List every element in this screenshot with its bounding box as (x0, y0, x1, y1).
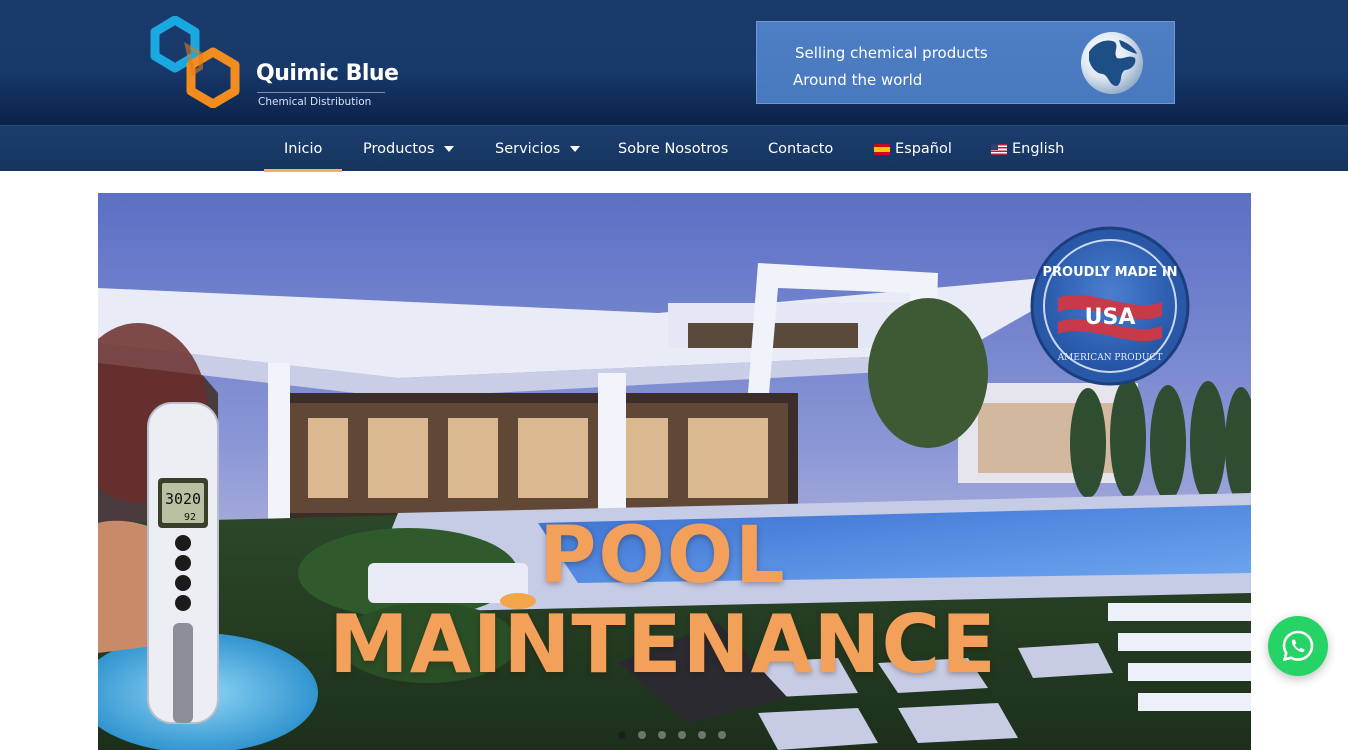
promo-line-2: Around the world (793, 71, 923, 89)
slider-dot[interactable] (718, 731, 726, 739)
site-logo[interactable]: Quimic Blue Chemical Distribution (147, 16, 399, 110)
slider-pagination (618, 731, 726, 739)
brand-divider (257, 92, 385, 93)
slider-dot[interactable] (698, 731, 706, 739)
nav-label: Español (895, 141, 952, 157)
whatsapp-icon (1282, 630, 1314, 662)
whatsapp-chat-button[interactable] (1268, 616, 1328, 676)
brand-name: Quimic Blue (256, 61, 399, 86)
nav-item-productos[interactable]: Productos (363, 126, 455, 172)
badge-center-text: USA (1085, 305, 1136, 330)
nav-label: Servicios (495, 141, 561, 157)
nav-label: Contacto (768, 141, 834, 157)
site-header: Quimic Blue Chemical Distribution Sellin… (0, 0, 1348, 125)
hero-title-line-1: POOL (539, 511, 787, 601)
promo-line-1: Selling chemical products (795, 44, 988, 62)
nav-item-servicios[interactable]: Servicios (495, 126, 581, 172)
slider-dot[interactable] (658, 731, 666, 739)
nav-label: Sobre Nosotros (618, 141, 729, 157)
caret-down-icon (570, 146, 581, 152)
nav-label: Productos (363, 141, 435, 157)
hexagon-logo-icon (150, 16, 240, 108)
svg-text:3020: 3020 (165, 490, 201, 508)
hero-title-line-2: MAINTENANCE (329, 598, 997, 691)
nav-label: English (1012, 141, 1065, 157)
slider-dot[interactable] (678, 731, 686, 739)
slider-dot[interactable] (618, 731, 626, 739)
nav-item-sobre-nosotros[interactable]: Sobre Nosotros (618, 126, 728, 172)
main-navigation: Inicio Productos Servicios Sobre Nosotro… (0, 125, 1348, 172)
promo-banner: Selling chemical products Around the wor… (756, 21, 1175, 104)
nav-item-contacto[interactable]: Contacto (768, 126, 833, 172)
slider-dot[interactable] (638, 731, 646, 739)
badge-top-text: PROUDLY MADE IN (1042, 265, 1177, 280)
nav-item-inicio[interactable]: Inicio (263, 126, 343, 172)
nav-item-english[interactable]: English (991, 126, 1064, 172)
nav-item-espanol[interactable]: Español (874, 126, 952, 172)
brand-tagline: Chemical Distribution (258, 96, 372, 108)
badge-bottom-text: AMERICAN PRODUCT (1057, 353, 1163, 363)
us-flag-icon (991, 143, 1007, 155)
hero-slider[interactable]: PROUDLY MADE IN USA AMERICAN PRODUCT 302… (98, 193, 1251, 750)
globe-icon (1081, 32, 1143, 94)
spain-flag-icon (874, 143, 890, 155)
made-in-usa-badge: PROUDLY MADE IN USA AMERICAN PRODUCT (1030, 226, 1190, 386)
caret-down-icon (444, 146, 455, 152)
nav-label: Inicio (284, 141, 323, 157)
